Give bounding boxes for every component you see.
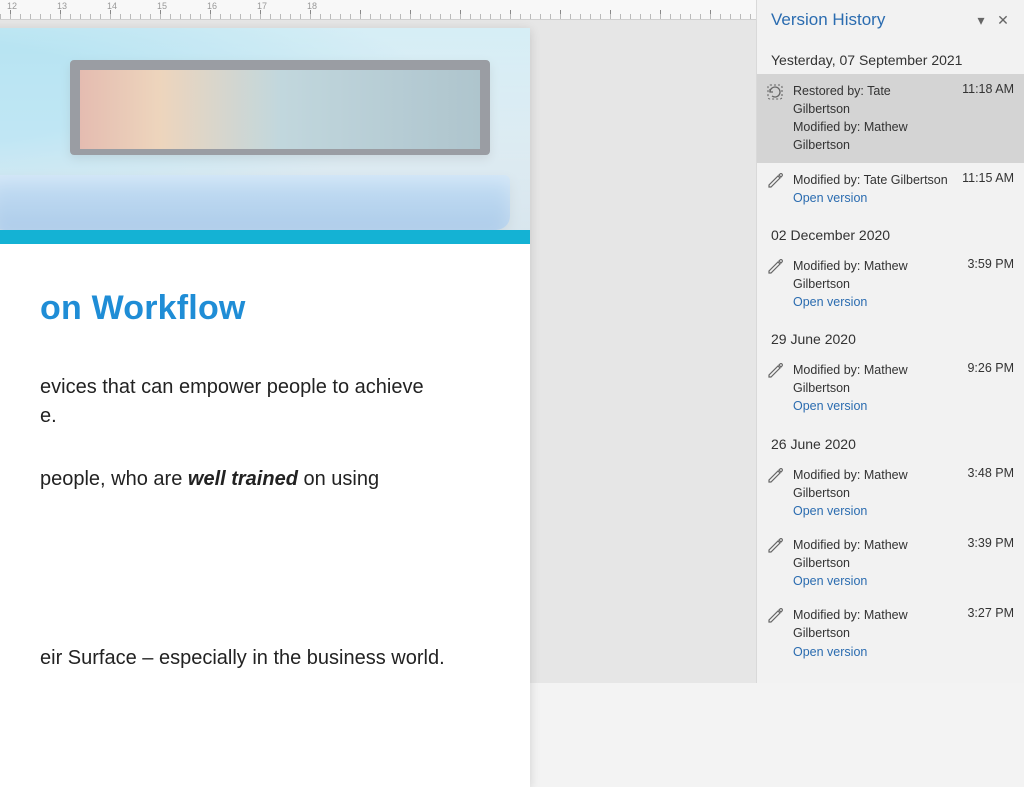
ruler-tick-label: 18	[307, 1, 317, 11]
version-entry[interactable]: Modified by: Mathew GilbertsonOpen versi…	[757, 598, 1024, 668]
version-entry-text: Modified by: Mathew GilbertsonOpen versi…	[793, 361, 953, 415]
horizontal-ruler: 12 13 14 15 16 17 18	[0, 0, 756, 20]
version-entry-text: Modified by: Mathew GilbertsonOpen versi…	[793, 606, 953, 660]
pencil-icon	[767, 363, 785, 381]
open-version-link[interactable]: Open version	[793, 572, 953, 590]
ruler-tick-label: 15	[157, 1, 167, 11]
open-version-link[interactable]: Open version	[793, 643, 953, 661]
panel-title: Version History	[771, 10, 970, 30]
ruler-tick-label: 16	[207, 1, 217, 11]
pencil-icon	[767, 259, 785, 277]
pencil-icon	[767, 538, 785, 556]
version-entry[interactable]: Modified by: Tate GilbertsonOpen version…	[757, 163, 1024, 215]
document-paragraph[interactable]: eir Surface – especially in the business…	[40, 644, 490, 673]
document-canvas[interactable]: 12 13 14 15 16 17 18 on Workflow evices …	[0, 0, 756, 683]
version-group-header[interactable]: 29 June 2020	[757, 319, 1024, 353]
version-entry[interactable]: Modified by: Mathew GilbertsonOpen versi…	[757, 249, 1024, 319]
open-version-link[interactable]: Open version	[793, 189, 948, 207]
open-version-link[interactable]: Open version	[793, 397, 953, 415]
open-version-link[interactable]: Open version	[793, 502, 953, 520]
version-group-header[interactable]: Yesterday, 07 September 2021	[757, 40, 1024, 74]
ruler-tick-label: 17	[257, 1, 267, 11]
panel-options-button[interactable]: ▾	[970, 12, 992, 29]
open-version-link[interactable]: Open version	[793, 293, 953, 311]
ruler-tick-label: 12	[7, 1, 17, 11]
document-heading[interactable]: on Workflow	[40, 284, 490, 333]
version-entry[interactable]: Modified by: Mathew GilbertsonOpen versi…	[757, 528, 1024, 598]
close-icon[interactable]: ✕	[992, 12, 1014, 29]
version-history-list[interactable]: Yesterday, 07 September 2021 Restored by:…	[757, 38, 1024, 683]
version-entry-time: 11:15 AM	[956, 171, 1014, 185]
emphasis-text: well trained	[188, 468, 298, 490]
version-history-panel: Version History ▾ ✕ Yesterday, 07 Septem…	[756, 0, 1024, 683]
pencil-icon	[767, 173, 785, 191]
version-entry-time: 9:26 PM	[961, 361, 1014, 375]
version-group-header[interactable]: 02 December 2020	[757, 215, 1024, 249]
version-group-header[interactable]: 26 June 2020	[757, 424, 1024, 458]
version-entry[interactable]: Modified by: Mathew GilbertsonOpen versi…	[757, 458, 1024, 528]
version-entry-time: 3:27 PM	[961, 606, 1014, 620]
version-entry-time: 3:48 PM	[961, 466, 1014, 480]
version-entry-text: Modified by: Mathew GilbertsonOpen versi…	[793, 466, 953, 520]
ruler-tick-label: 13	[57, 1, 67, 11]
pencil-icon	[767, 468, 785, 486]
hero-image	[0, 28, 530, 244]
document-paragraph[interactable]: evices that can empower people to achiev…	[40, 373, 490, 431]
pencil-icon	[767, 608, 785, 626]
version-entry-time: 11:18 AM	[956, 82, 1014, 96]
version-group-header[interactable]: 25 June 2020	[757, 669, 1024, 683]
ruler-tick-label: 14	[107, 1, 117, 11]
version-entry-text: Modified by: Mathew GilbertsonOpen versi…	[793, 536, 953, 590]
version-entry-text: Restored by: Tate GilbertsonModified by:…	[793, 82, 948, 155]
document-page[interactable]: on Workflow evices that can empower peop…	[0, 28, 530, 787]
version-entry[interactable]: Restored by: Tate GilbertsonModified by:…	[757, 74, 1024, 163]
restore-icon	[767, 84, 785, 102]
version-entry-time: 3:59 PM	[961, 257, 1014, 271]
document-paragraph[interactable]: people, who are well trained on using	[40, 465, 490, 494]
version-entry-text: Modified by: Tate GilbertsonOpen version	[793, 171, 948, 207]
version-entry-text: Modified by: Mathew GilbertsonOpen versi…	[793, 257, 953, 311]
version-entry-time: 3:39 PM	[961, 536, 1014, 550]
version-entry[interactable]: Modified by: Mathew GilbertsonOpen versi…	[757, 353, 1024, 423]
